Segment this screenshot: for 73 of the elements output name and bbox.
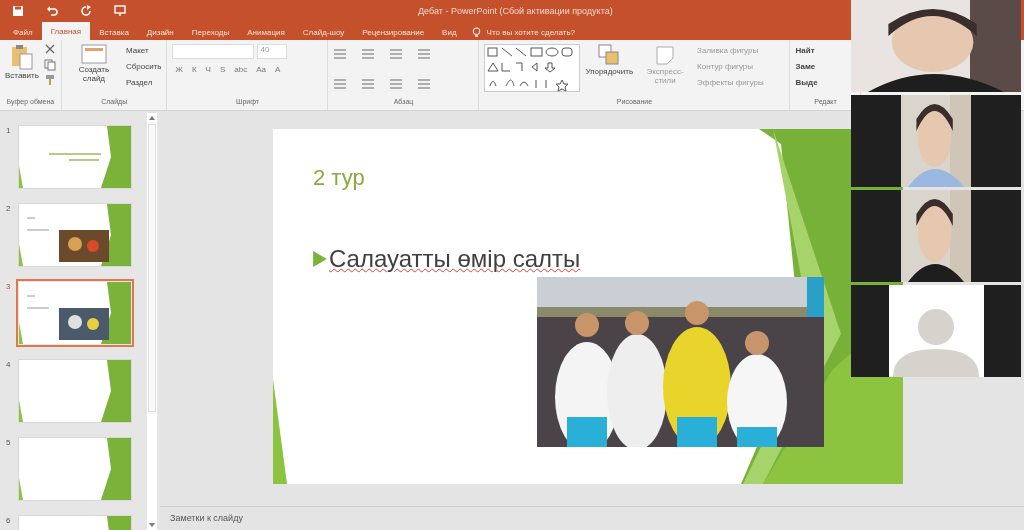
scroll-down-icon[interactable] bbox=[148, 522, 156, 528]
ribbon-tab[interactable]: Файл bbox=[4, 24, 42, 40]
font-name-field[interactable] bbox=[172, 44, 255, 59]
replace-button[interactable]: Заме bbox=[795, 60, 816, 73]
paragraph-icon[interactable] bbox=[389, 78, 404, 90]
font-format-button[interactable]: abc bbox=[231, 65, 251, 74]
ribbon-tab[interactable]: Слайд-шоу bbox=[293, 24, 354, 40]
presentation-icon[interactable] bbox=[114, 5, 126, 17]
cut-icon[interactable] bbox=[43, 44, 56, 56]
slide-number: 6 bbox=[6, 516, 12, 525]
new-slide-button[interactable]: Создать слайд bbox=[66, 66, 121, 84]
ribbon-tab[interactable]: Переходы bbox=[182, 24, 239, 40]
font-format-button[interactable]: S bbox=[216, 65, 229, 74]
slide-number: 3 bbox=[6, 282, 12, 291]
slide-thumbnail[interactable] bbox=[19, 126, 131, 188]
font-format-button[interactable]: Ч bbox=[202, 65, 214, 74]
scroll-up-icon[interactable] bbox=[148, 115, 156, 121]
save-icon[interactable] bbox=[12, 5, 24, 17]
quick-styles-icon[interactable] bbox=[654, 44, 677, 66]
slide-number: 4 bbox=[6, 360, 12, 369]
ribbon-tab[interactable]: Главная bbox=[41, 22, 91, 40]
quick-styles-button[interactable]: Экспресс-стили bbox=[638, 68, 693, 86]
slide-bullet: Салауатты өмір салты bbox=[329, 245, 581, 273]
paste-icon[interactable] bbox=[9, 44, 34, 70]
slide-thumbnail[interactable] bbox=[19, 438, 131, 500]
paragraph-icon[interactable] bbox=[389, 48, 404, 60]
copy-icon[interactable] bbox=[43, 59, 56, 71]
slide-thumbnail[interactable] bbox=[19, 204, 131, 266]
slide-thumbnail[interactable] bbox=[19, 360, 131, 422]
ribbon-tab[interactable]: Дизайн bbox=[137, 24, 183, 40]
paragraph-icon[interactable] bbox=[361, 48, 376, 60]
shape-effects-button[interactable]: Эффекты фигуры bbox=[697, 76, 764, 89]
section-button[interactable]: Раздел bbox=[125, 76, 153, 89]
scrollbar-thumb[interactable] bbox=[148, 124, 156, 412]
slide-number: 5 bbox=[6, 438, 12, 447]
ribbon-tab[interactable]: Анимация bbox=[238, 24, 294, 40]
font-format-button[interactable]: Аа bbox=[253, 65, 269, 74]
font-size-field[interactable]: 40 bbox=[257, 44, 288, 59]
arrange-button[interactable]: Упорядочить bbox=[585, 68, 634, 77]
shape-fill-button[interactable]: Заливка фигуры bbox=[697, 44, 759, 57]
redo-icon[interactable] bbox=[80, 5, 92, 17]
slide-number: 2 bbox=[6, 204, 12, 213]
paragraph-icon[interactable] bbox=[417, 78, 432, 90]
format-painter-icon[interactable] bbox=[43, 74, 56, 86]
font-format-button[interactable]: А bbox=[272, 65, 284, 74]
slide-title: 2 тур bbox=[313, 165, 365, 191]
ribbon-tab[interactable]: Рецензирование bbox=[353, 24, 434, 40]
undo-icon[interactable] bbox=[46, 5, 58, 17]
shape-outline-button[interactable]: Контур фигуры bbox=[697, 60, 754, 73]
find-button[interactable]: Найт bbox=[795, 44, 815, 57]
avatar-silhouette-icon bbox=[891, 307, 981, 377]
reset-button[interactable]: Сбросить bbox=[125, 60, 162, 73]
window-title: Дебат - PowerPoint (Сбой активации продукта) bbox=[418, 6, 613, 16]
arrange-icon[interactable] bbox=[598, 44, 621, 66]
paragraph-icon[interactable] bbox=[333, 48, 348, 60]
layout-button[interactable]: Макет bbox=[125, 44, 149, 57]
shapes-gallery-icon[interactable] bbox=[484, 44, 581, 92]
paste-button[interactable]: Вставить bbox=[5, 72, 39, 81]
bullet-icon bbox=[313, 251, 327, 267]
font-format-button[interactable]: К bbox=[188, 65, 200, 74]
lightbulb-icon bbox=[471, 26, 481, 38]
paragraph-icon[interactable] bbox=[333, 78, 348, 90]
tell-me-field[interactable]: Что вы хотите сделать? bbox=[484, 26, 599, 38]
paragraph-icon[interactable] bbox=[361, 78, 376, 90]
select-button[interactable]: Выде bbox=[795, 76, 818, 89]
ribbon-tab[interactable]: Вставка bbox=[90, 24, 138, 40]
paragraph-icon[interactable] bbox=[417, 48, 432, 60]
slide-thumbnail[interactable] bbox=[19, 282, 131, 344]
ribbon-tab[interactable]: Вид bbox=[433, 24, 466, 40]
slide-number: 1 bbox=[6, 126, 12, 135]
new-slide-icon[interactable] bbox=[80, 44, 107, 64]
font-format-button[interactable]: Ж bbox=[172, 65, 186, 74]
notes-field[interactable]: Заметки к слайду bbox=[160, 506, 1024, 530]
